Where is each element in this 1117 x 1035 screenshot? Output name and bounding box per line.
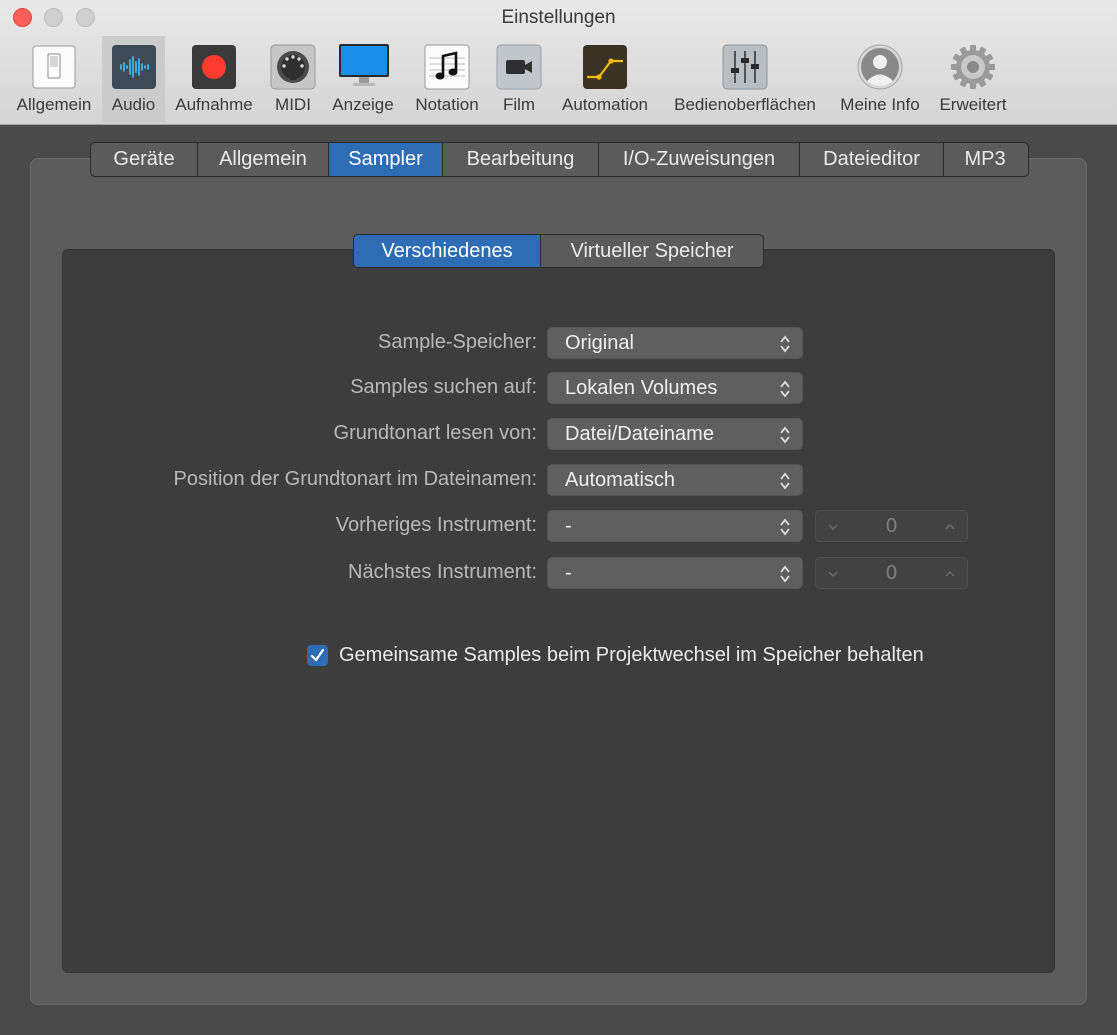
up-down-chevron-icon (780, 518, 790, 536)
previous-instrument-stepper[interactable]: 0 (815, 510, 968, 542)
toolbar-label: Film (502, 95, 536, 114)
gear-icon (951, 45, 995, 89)
toolbar-item-midi[interactable]: MIDI (266, 36, 320, 122)
keep-samples-checkbox[interactable] (307, 645, 328, 666)
search-samples-popup[interactable]: Lokalen Volumes (547, 372, 803, 404)
up-down-chevron-icon (780, 380, 790, 398)
toolbar-label: Aufnahme (175, 95, 253, 114)
popup-value: - (565, 515, 572, 537)
up-down-chevron-icon (780, 426, 790, 444)
toolbar-label: MIDI (275, 95, 311, 114)
toolbar-label: Audio (111, 95, 156, 114)
chevron-up-icon[interactable] (943, 567, 957, 581)
next-instrument-label: Nächstes Instrument: (348, 561, 537, 583)
sample-memory-label: Sample-Speicher: (378, 331, 537, 353)
keep-samples-label[interactable]: Gemeinsame Samples beim Projektwechsel i… (339, 644, 924, 667)
toolbar-label: Anzeige (332, 95, 394, 114)
search-samples-label: Samples suchen auf: (350, 376, 537, 398)
toolbar-item-allgemein[interactable]: Allgemein (8, 36, 100, 122)
toolbar-item-audio[interactable]: Audio (102, 36, 165, 122)
root-key-read-popup[interactable]: Datei/Dateiname (547, 418, 803, 450)
audio-waveform-icon (112, 45, 156, 89)
sampler-subtab-bar: Verschiedenes Virtueller Speicher (353, 234, 764, 268)
toolbar-item-film[interactable]: Film (493, 36, 545, 122)
previous-instrument-popup[interactable]: - (547, 510, 803, 542)
toolbar-label: Meine Info (840, 95, 920, 114)
subtab-verschiedenes[interactable]: Verschiedenes (354, 235, 541, 267)
tab-sampler[interactable]: Sampler (329, 143, 443, 176)
previous-instrument-label: Vorheriges Instrument: (335, 514, 537, 536)
midi-connector-icon (270, 44, 316, 90)
up-down-chevron-icon (780, 565, 790, 583)
automation-curve-icon (583, 45, 627, 89)
display-monitor-icon (339, 44, 389, 86)
window-title: Einstellungen (501, 7, 616, 28)
checkmark-icon (310, 648, 325, 662)
sample-memory-popup[interactable]: Original (547, 327, 803, 359)
preferences-tab-bar: Geräte Allgemein Sampler Bearbeitung I/O… (90, 142, 1029, 177)
next-instrument-popup[interactable]: - (547, 557, 803, 589)
toolbar-label: Allgemein (16, 95, 92, 114)
general-switch-icon (32, 45, 76, 89)
tab-bearbeitung[interactable]: Bearbeitung (443, 143, 599, 176)
up-down-chevron-icon (780, 472, 790, 490)
toolbar-item-erweitert[interactable]: Erweitert (932, 36, 1014, 122)
tab-allgemein[interactable]: Allgemein (198, 143, 329, 176)
toolbar-label: Bedienoberflächen (674, 95, 816, 114)
toolbar-label: Notation (415, 95, 479, 114)
tab-dateieditor[interactable]: Dateieditor (800, 143, 944, 176)
popup-value: Original (565, 332, 634, 354)
preferences-window: Einstellungen Allgemein Audio Aufnahme M… (0, 0, 1117, 1035)
toolbar-label: Erweitert (939, 95, 1007, 114)
root-key-position-popup[interactable]: Automatisch (547, 464, 803, 496)
next-instrument-stepper[interactable]: 0 (815, 557, 968, 589)
record-icon (192, 45, 236, 89)
tab-io-zuweisungen[interactable]: I/O-Zuweisungen (599, 143, 800, 176)
mixer-faders-icon (722, 44, 768, 90)
toolbar-item-aufnahme[interactable]: Aufnahme (167, 36, 261, 122)
popup-value: Datei/Dateiname (565, 423, 714, 445)
root-key-position-label: Position der Grundtonart im Dateinamen: (173, 468, 537, 490)
chevron-up-icon[interactable] (943, 520, 957, 534)
user-silhouette-icon (857, 44, 903, 90)
toolbar-item-notation[interactable]: Notation (407, 36, 487, 122)
subtab-virtueller-speicher[interactable]: Virtueller Speicher (541, 235, 763, 267)
tab-mp3[interactable]: MP3 (944, 143, 1026, 176)
root-key-read-label: Grundtonart lesen von: (333, 422, 537, 444)
popup-value: - (565, 562, 572, 584)
title-bar: Einstellungen Allgemein Audio Aufnahme M… (0, 0, 1117, 125)
up-down-chevron-icon (780, 335, 790, 353)
video-camera-icon (496, 44, 542, 90)
toolbar-label: Automation (562, 95, 648, 114)
toolbar-item-anzeige[interactable]: Anzeige (327, 36, 399, 122)
music-note-icon (424, 44, 470, 90)
tab-geraete[interactable]: Geräte (91, 143, 198, 176)
toolbar-item-bedienoberflaechen[interactable]: Bedienoberflächen (664, 36, 826, 122)
popup-value: Automatisch (565, 469, 676, 491)
toolbar-item-automation[interactable]: Automation (553, 36, 657, 122)
popup-value: Lokalen Volumes (565, 377, 718, 399)
toolbar-item-meine-info[interactable]: Meine Info (833, 36, 927, 122)
